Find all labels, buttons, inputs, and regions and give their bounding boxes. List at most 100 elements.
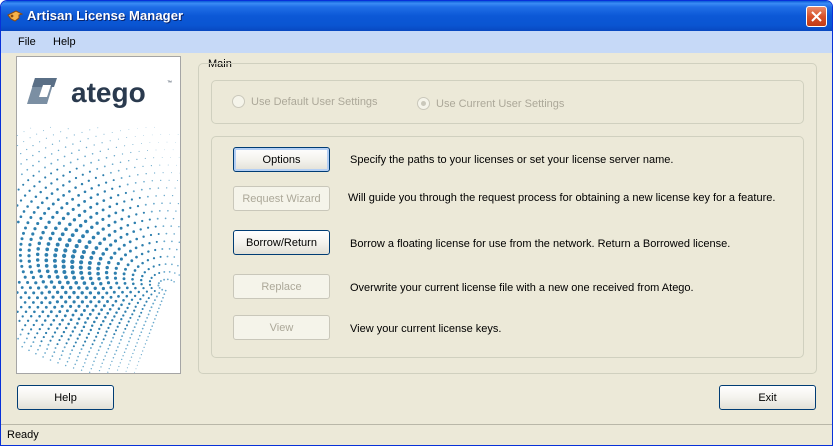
halftone-dot bbox=[74, 176, 78, 180]
halftone-dot bbox=[119, 362, 121, 364]
radio-button-unselected bbox=[232, 95, 245, 108]
halftone-dot bbox=[147, 250, 150, 253]
halftone-dot bbox=[116, 373, 117, 374]
halftone-dot bbox=[56, 198, 60, 202]
exit-button[interactable]: Exit bbox=[719, 385, 816, 410]
view-button[interactable]: View bbox=[233, 315, 330, 340]
halftone-dot bbox=[28, 286, 32, 290]
halftone-dot bbox=[95, 211, 99, 215]
halftone-dot bbox=[134, 182, 137, 184]
halftone-dot bbox=[120, 177, 123, 179]
radio-default-settings[interactable]: Use Default User Settings bbox=[232, 95, 378, 108]
halftone-dot bbox=[115, 349, 118, 352]
radio-current-settings[interactable]: Use Current User Settings bbox=[417, 97, 564, 110]
halftone-dot bbox=[118, 365, 120, 368]
halftone-dot bbox=[157, 187, 160, 189]
halftone-dot bbox=[172, 217, 175, 220]
halftone-dot bbox=[77, 239, 82, 244]
halftone-dot bbox=[142, 350, 144, 352]
help-button[interactable]: Help bbox=[17, 385, 114, 410]
borrow-return-button[interactable]: Borrow/Return bbox=[233, 230, 330, 255]
halftone-dot bbox=[87, 179, 90, 182]
halftone-dot bbox=[157, 284, 160, 287]
halftone-dot bbox=[55, 314, 59, 318]
halftone-dot bbox=[44, 285, 48, 289]
halftone-dot bbox=[56, 178, 59, 181]
halftone-dot bbox=[136, 364, 138, 366]
status-text: Ready bbox=[7, 429, 39, 441]
halftone-dot bbox=[88, 312, 92, 316]
halftone-dot bbox=[74, 309, 78, 313]
close-button[interactable] bbox=[806, 6, 827, 27]
halftone-dot bbox=[43, 319, 47, 322]
menu-help[interactable]: Help bbox=[53, 36, 76, 48]
halftone-dot bbox=[39, 344, 42, 347]
halftone-dot bbox=[89, 196, 93, 200]
halftone-dot bbox=[87, 260, 92, 265]
halftone-dot bbox=[18, 253, 22, 257]
halftone-dot bbox=[141, 244, 144, 247]
halftone-dot bbox=[94, 304, 98, 308]
halftone-dot bbox=[155, 195, 157, 197]
request-wizard-button[interactable]: Request Wizard bbox=[233, 186, 330, 211]
halftone-dot bbox=[87, 271, 92, 276]
halftone-dot bbox=[28, 243, 32, 247]
halftone-dot bbox=[72, 290, 76, 295]
halftone-dot bbox=[17, 145, 19, 147]
halftone-dot bbox=[82, 365, 84, 368]
halftone-dot bbox=[54, 347, 57, 349]
halftone-dot bbox=[134, 286, 137, 290]
halftone-dot bbox=[164, 289, 167, 292]
halftone-dot bbox=[177, 134, 179, 135]
halftone-dot bbox=[145, 127, 147, 128]
halftone-dot bbox=[71, 313, 75, 317]
halftone-dot bbox=[143, 304, 146, 307]
halftone-dot bbox=[23, 275, 27, 279]
halftone-dot bbox=[124, 310, 127, 313]
title-bar[interactable]: Artisan License Manager bbox=[1, 1, 832, 31]
halftone-dot bbox=[80, 369, 83, 371]
halftone-dot bbox=[114, 211, 118, 215]
halftone-dot bbox=[166, 255, 169, 258]
halftone-dot bbox=[71, 349, 74, 352]
halftone-dot bbox=[162, 172, 164, 174]
halftone-dot bbox=[127, 215, 131, 218]
halftone-dot bbox=[95, 202, 99, 206]
halftone-dot bbox=[124, 267, 127, 271]
halftone-dot bbox=[119, 257, 123, 261]
halftone-dot bbox=[100, 366, 102, 368]
halftone-dot bbox=[116, 325, 119, 328]
halftone-dot bbox=[56, 343, 59, 346]
options-button[interactable]: Options bbox=[233, 147, 330, 172]
halftone-dot bbox=[126, 223, 130, 227]
halftone-dot bbox=[170, 279, 173, 282]
halftone-dot bbox=[126, 367, 128, 369]
halftone-dot bbox=[122, 355, 124, 357]
halftone-dot bbox=[133, 309, 136, 312]
halftone-dot bbox=[109, 322, 112, 326]
halftone-dot bbox=[34, 281, 38, 285]
halftone-dot bbox=[44, 176, 47, 179]
halftone-dot bbox=[45, 247, 50, 252]
halftone-dot bbox=[115, 311, 118, 314]
halftone-dot bbox=[64, 146, 67, 148]
halftone-dot bbox=[101, 341, 103, 344]
halftone-dot bbox=[24, 226, 27, 230]
halftone-dot bbox=[122, 243, 126, 247]
halftone-dot bbox=[80, 276, 85, 280]
halftone-dot bbox=[78, 265, 83, 270]
halftone-dot bbox=[62, 164, 65, 167]
replace-button[interactable]: Replace bbox=[233, 274, 330, 299]
halftone-dot bbox=[117, 286, 121, 290]
halftone-dot bbox=[101, 142, 103, 144]
menu-file[interactable]: File bbox=[18, 36, 36, 48]
halftone-dot bbox=[82, 344, 85, 347]
halftone-dot bbox=[79, 260, 84, 265]
halftone-dot bbox=[142, 294, 145, 297]
halftone-dot bbox=[20, 237, 24, 241]
halftone-dot bbox=[143, 271, 147, 274]
halftone-dot bbox=[141, 274, 144, 278]
halftone-dot bbox=[133, 221, 137, 225]
halftone-dot bbox=[167, 164, 169, 166]
halftone-dot bbox=[108, 367, 110, 370]
